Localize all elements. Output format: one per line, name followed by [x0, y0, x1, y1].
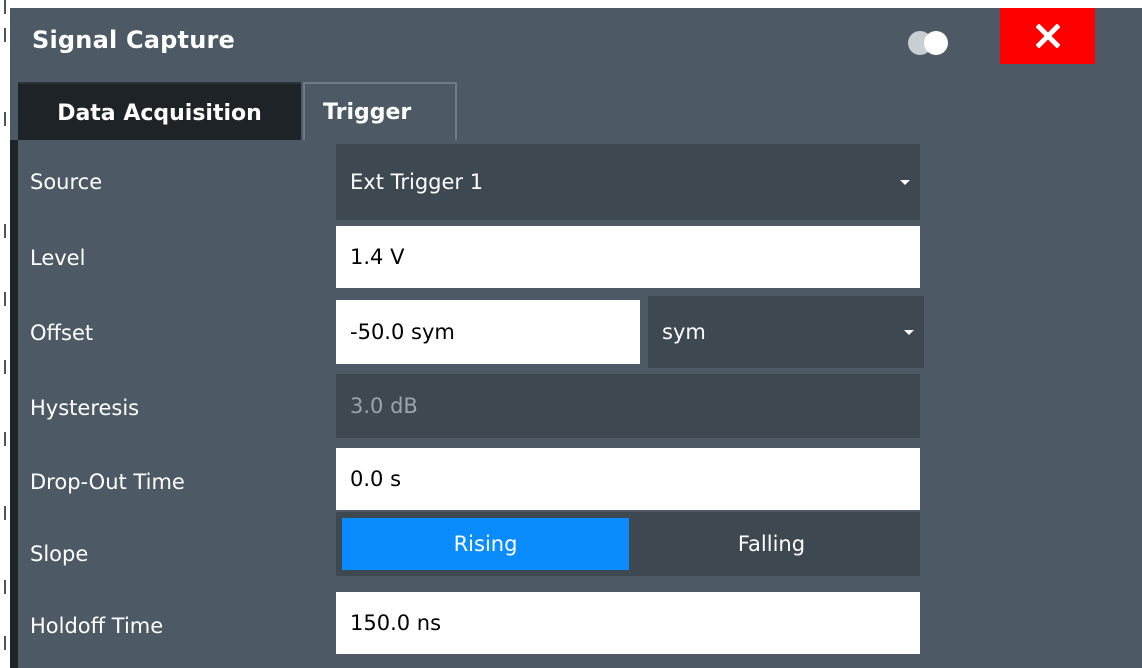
- offset-unit-dropdown[interactable]: sym: [648, 296, 924, 368]
- hysteresis-input: 3.0 dB: [336, 374, 920, 438]
- chevron-down-icon: [904, 330, 914, 335]
- panel-left-border: [10, 140, 18, 668]
- edge-tick: [4, 28, 6, 42]
- title-bar: Signal Capture: [10, 8, 1142, 74]
- slope-label: Slope: [30, 542, 89, 566]
- level-label: Level: [30, 246, 86, 270]
- offset-input[interactable]: -50.0 sym: [336, 300, 640, 364]
- tab-trigger[interactable]: Trigger: [303, 82, 457, 140]
- offset-label: Offset: [30, 321, 94, 345]
- edge-tick: [4, 292, 6, 306]
- close-button[interactable]: [1000, 8, 1095, 64]
- slope-toggle-group: Rising Falling: [336, 512, 920, 576]
- dropout-time-input[interactable]: 0.0 s: [336, 448, 920, 510]
- edge-tick: [4, 360, 6, 374]
- left-edge: [0, 0, 10, 655]
- tab-bar: Data Acquisition Trigger: [10, 74, 1142, 142]
- holdoff-time-input[interactable]: 150.0 ns: [336, 592, 920, 654]
- edge-tick: [4, 224, 6, 238]
- edge-tick: [4, 432, 6, 446]
- dropout-label: Drop-Out Time: [30, 470, 185, 494]
- holdoff-label: Holdoff Time: [30, 614, 164, 638]
- dialog-title: Signal Capture: [32, 26, 236, 54]
- edge-tick: [4, 580, 6, 594]
- level-input[interactable]: 1.4 V: [336, 226, 920, 288]
- toggle-icon[interactable]: [906, 30, 952, 56]
- source-value: Ext Trigger 1: [350, 170, 484, 194]
- slope-falling-button[interactable]: Falling: [629, 518, 914, 570]
- source-label: Source: [30, 170, 103, 194]
- source-dropdown[interactable]: Ext Trigger 1: [336, 144, 920, 220]
- signal-capture-dialog: Signal Capture Data Acquisition Trigger …: [10, 8, 1142, 668]
- edge-tick: [4, 0, 6, 14]
- close-icon: [1036, 24, 1060, 48]
- offset-unit-value: sym: [662, 320, 706, 344]
- chevron-down-icon: [900, 180, 910, 185]
- edge-tick: [4, 636, 6, 650]
- edge-tick: [4, 112, 6, 126]
- slope-rising-button[interactable]: Rising: [342, 518, 629, 570]
- edge-tick: [4, 506, 6, 520]
- tab-data-acquisition[interactable]: Data Acquisition: [18, 82, 301, 142]
- hysteresis-label: Hysteresis: [30, 396, 140, 420]
